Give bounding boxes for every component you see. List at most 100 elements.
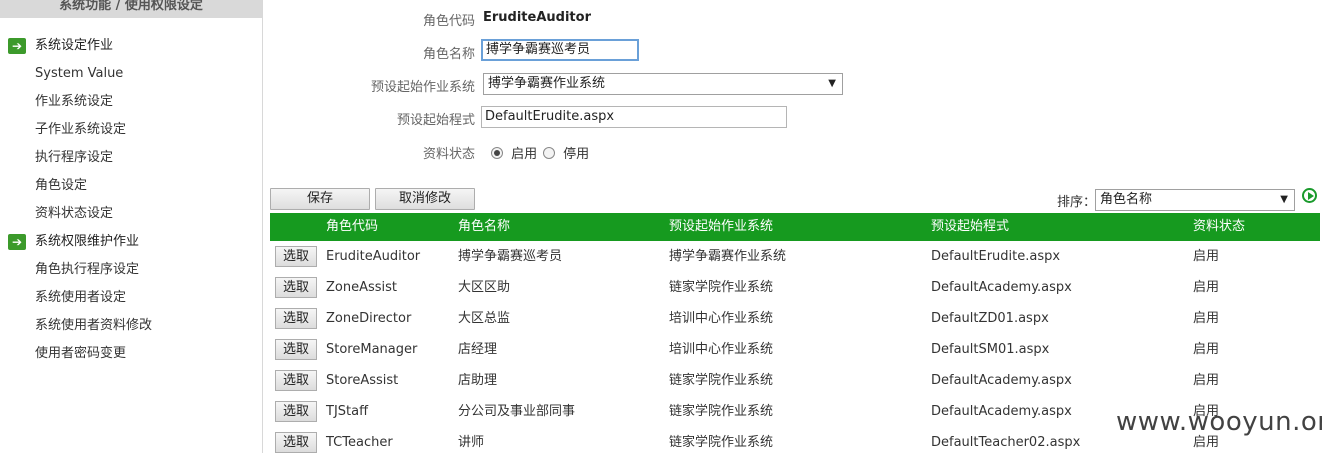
role-name-cell: 搏学争霸赛巡考员 [458, 249, 563, 264]
select-row-button[interactable]: 选取 [275, 339, 317, 360]
role-name-cell: 店助理 [458, 373, 498, 388]
column-header-default-system: 预设起始作业系统 [669, 219, 774, 234]
sidebar-header: 系统功能 / 使用权限设定 [0, 0, 262, 18]
select-row-button[interactable]: 选取 [275, 308, 317, 329]
column-header-default-program: 预设起始程式 [931, 219, 1010, 234]
default-program-cell: DefaultZD01.aspx [931, 311, 1049, 326]
sidebar-item-label: 资料状态设定 [35, 206, 114, 221]
sidebar-item-label: 执行程序设定 [35, 150, 114, 165]
sidebar-item-program[interactable]: 执行程序设定 [0, 144, 262, 172]
sidebar-item-permission-maintenance[interactable]: ➔ 系统权限维护作业 [0, 228, 262, 256]
default-program-cell: DefaultSM01.aspx [931, 342, 1050, 357]
role-name-cell: 店经理 [458, 342, 498, 357]
sidebar-item-label: 角色设定 [35, 178, 88, 193]
default-program-label: 预设起始程式 [396, 113, 475, 128]
sidebar-item-data-status[interactable]: 资料状态设定 [0, 200, 262, 228]
radio-checked-icon[interactable] [491, 147, 503, 159]
role-name-cell: 大区总监 [458, 311, 511, 326]
select-row-button[interactable]: 选取 [275, 401, 317, 422]
sidebar-item-password-change[interactable]: 使用者密码变更 [0, 340, 262, 368]
select-row-button[interactable]: 选取 [275, 246, 317, 267]
sort-value: 角色名称 [1100, 192, 1153, 207]
sidebar-item-user-settings[interactable]: 系统使用者设定 [0, 284, 262, 312]
cancel-button[interactable]: 取消修改 [375, 188, 475, 210]
default-system-select[interactable]: 搏学争霸赛作业系统 ▼ [483, 73, 843, 95]
select-row-button[interactable]: 选取 [275, 432, 317, 453]
role-code-cell: StoreAssist [326, 373, 399, 388]
default-program-cell: DefaultAcademy.aspx [931, 404, 1072, 419]
sidebar-item-label: 作业系统设定 [35, 94, 114, 109]
table-header: 角色代码 角色名称 预设起始作业系统 预设起始程式 资料状态 [270, 213, 1320, 241]
default-system-cell: 链家学院作业系统 [669, 404, 774, 419]
sidebar-item-label: 系统使用者资料修改 [35, 318, 153, 333]
status-label: 资料状态 [422, 147, 475, 162]
sidebar-item-user-data-edit[interactable]: 系统使用者资料修改 [0, 312, 262, 340]
sort-select[interactable]: 角色名称 ▼ [1095, 189, 1295, 211]
role-code-cell: EruditeAuditor [326, 249, 421, 264]
column-header-role-code: 角色代码 [326, 219, 379, 234]
role-name-cell: 讲师 [458, 435, 485, 450]
default-system-cell: 培训中心作业系统 [669, 311, 774, 326]
role-name-cell: 分公司及事业部同事 [458, 404, 576, 419]
role-name-input[interactable]: 搏学争霸赛巡考员 [481, 39, 639, 61]
default-program-cell: DefaultErudite.aspx [931, 249, 1061, 264]
sidebar-item-label: 系统设定作业 [35, 38, 114, 53]
role-code-cell: TCTeacher [326, 435, 393, 450]
status-cell: 启用 [1193, 249, 1220, 264]
default-program-input[interactable]: DefaultErudite.aspx [481, 106, 787, 128]
sidebar-item-label: 系统使用者设定 [35, 290, 127, 305]
default-system-cell: 链家学院作业系统 [669, 280, 774, 295]
status-cell: 启用 [1193, 373, 1220, 388]
sidebar-item-system-value[interactable]: System Value [0, 60, 262, 88]
status-disabled-label: 停用 [563, 147, 590, 162]
radio-unchecked-icon[interactable] [543, 147, 555, 159]
sidebar: 系统功能 / 使用权限设定 ➔ 系统设定作业 System Value 作业系统… [0, 0, 263, 453]
role-name-cell: 大区区助 [458, 280, 511, 295]
status-cell: 启用 [1193, 311, 1220, 326]
role-code-cell: TJStaff [326, 404, 369, 419]
dropdown-caret-icon: ▼ [828, 78, 836, 89]
sidebar-item-role[interactable]: 角色设定 [0, 172, 262, 200]
sidebar-item-label: 使用者密码变更 [35, 346, 127, 361]
column-header-status: 资料状态 [1193, 219, 1246, 234]
default-system-cell: 搏学争霸赛作业系统 [669, 249, 787, 264]
default-system-cell: 培训中心作业系统 [669, 342, 774, 357]
play-icon[interactable] [1302, 188, 1317, 203]
dropdown-caret-icon: ▼ [1280, 194, 1288, 205]
sidebar-item-sub-job-system[interactable]: 子作业系统设定 [0, 116, 262, 144]
select-row-button[interactable]: 选取 [275, 370, 317, 391]
table-row: 选取 StoreManager 店经理 培训中心作业系统 DefaultSM01.asp… [270, 334, 1320, 365]
status-cell: 启用 [1193, 342, 1220, 357]
nav-list: ➔ 系统设定作业 System Value 作业系统设定 子作业系统设定 执行程… [0, 32, 262, 368]
table-row: 选取 EruditeAuditor 搏学争霸赛巡考员 搏学争霸赛作业系统 Default… [270, 241, 1320, 272]
sidebar-item-system-settings[interactable]: ➔ 系统设定作业 [0, 32, 262, 60]
role-code-cell: ZoneAssist [326, 280, 398, 295]
default-system-label: 预设起始作业系统 [370, 80, 475, 95]
sidebar-item-role-program[interactable]: 角色执行程序设定 [0, 256, 262, 284]
save-button[interactable]: 保存 [270, 188, 370, 210]
status-cell: 启用 [1193, 280, 1220, 295]
role-name-label: 角色名称 [422, 47, 475, 62]
sidebar-item-label: 子作业系统设定 [35, 122, 127, 137]
sidebar-item-label: 角色执行程序设定 [35, 262, 140, 277]
role-code-value: EruditeAuditor [483, 10, 591, 25]
arrow-right-icon: ➔ [8, 234, 26, 250]
default-system-cell: 链家学院作业系统 [669, 435, 774, 450]
default-program-cell: DefaultAcademy.aspx [931, 373, 1072, 388]
sidebar-item-label: 系统权限维护作业 [35, 234, 140, 249]
role-code-cell: ZoneDirector [326, 311, 412, 326]
role-code-cell: StoreManager [326, 342, 418, 357]
default-program-cell: DefaultAcademy.aspx [931, 280, 1072, 295]
watermark: www.wooyun.org [1116, 407, 1322, 437]
default-system-value: 搏学争霸赛作业系统 [488, 76, 606, 91]
sort-label: 排序： [1057, 195, 1097, 210]
column-header-role-name: 角色名称 [458, 219, 511, 234]
default-system-cell: 链家学院作业系统 [669, 373, 774, 388]
sidebar-item-label: System Value [35, 66, 124, 81]
sidebar-item-job-system[interactable]: 作业系统设定 [0, 88, 262, 116]
table-row: 选取 StoreAssist 店助理 链家学院作业系统 DefaultAcademy.a… [270, 365, 1320, 396]
status-enabled-option[interactable]: 启用 [491, 143, 537, 162]
status-disabled-option[interactable]: 停用 [543, 143, 589, 162]
select-row-button[interactable]: 选取 [275, 277, 317, 298]
table-row: 选取 ZoneAssist 大区区助 链家学院作业系统 DefaultAcademy.a… [270, 272, 1320, 303]
